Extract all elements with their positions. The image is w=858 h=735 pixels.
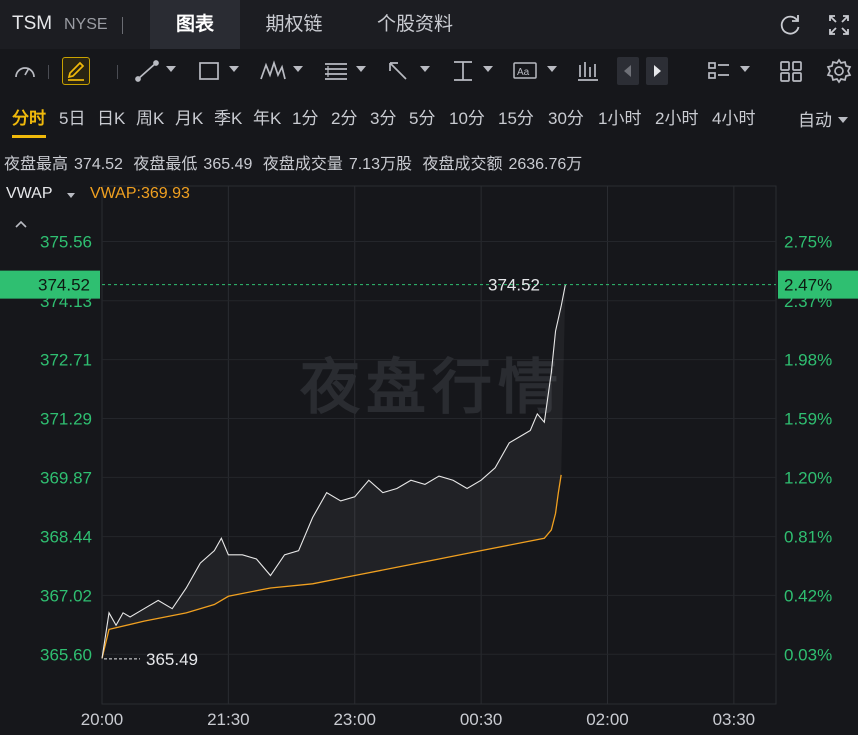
indicator-value: VWAP:369.93 (90, 185, 190, 202)
x-tick-label: 02:00 (586, 710, 629, 729)
plot-frame (101, 185, 777, 705)
current-pct-label: 2.47% (784, 276, 832, 295)
high-annotation: 374.52 (488, 276, 540, 295)
price-chart[interactable]: 夜盘行情 375.56374.13372.71371.29369.87368.4… (0, 0, 858, 735)
y-tick-label: 367.02 (40, 586, 92, 605)
chart-grid (101, 185, 777, 705)
y-tick-label: 372.71 (40, 351, 92, 370)
x-tick-label: 21:30 (207, 710, 250, 729)
x-tick-label: 20:00 (81, 710, 124, 729)
y-tick-label: 365.60 (40, 645, 92, 664)
pct-tick-label: 2.75% (784, 233, 832, 252)
x-tick-label: 23:00 (333, 710, 376, 729)
x-tick-label: 03:30 (713, 710, 756, 729)
y-tick-label: 369.87 (40, 468, 92, 487)
pct-tick-label: 0.81% (784, 528, 832, 547)
pct-tick-label: 1.20% (784, 468, 832, 487)
chart-watermark: 夜盘行情 (299, 353, 564, 423)
current-price-label-left: 374.52 (38, 276, 90, 295)
x-tick-label: 00:30 (460, 710, 503, 729)
indicator-name[interactable]: VWAP (6, 185, 53, 203)
low-annotation: 365.49 (146, 650, 198, 669)
pct-tick-label: 1.59% (784, 409, 832, 428)
price-vwap-area (102, 284, 566, 659)
chevron-down-icon[interactable] (67, 193, 75, 198)
pct-tick-label: 0.03% (784, 645, 832, 664)
pct-tick-label: 0.42% (784, 586, 832, 605)
y-tick-label: 368.44 (40, 528, 92, 547)
y-tick-label: 371.29 (40, 409, 92, 428)
pct-tick-label: 1.98% (784, 351, 832, 370)
collapse-icon[interactable] (14, 216, 28, 234)
y-tick-label: 375.56 (40, 233, 92, 252)
